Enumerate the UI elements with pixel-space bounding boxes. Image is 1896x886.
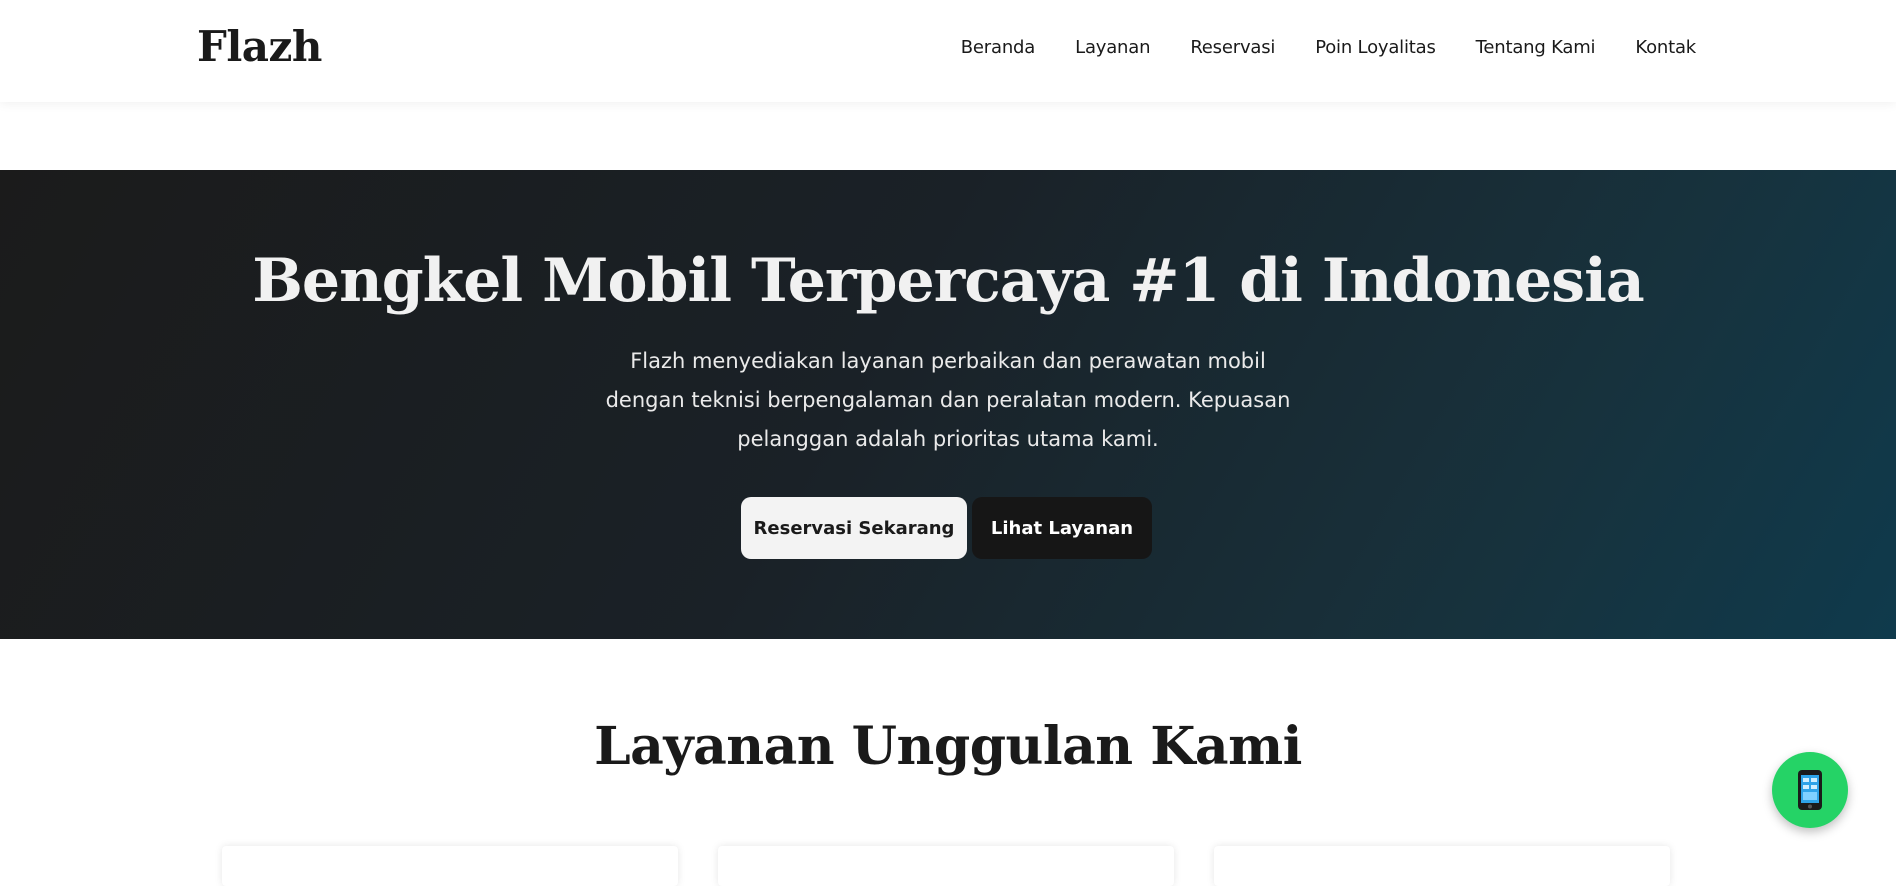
- lihat-layanan-button[interactable]: Lihat Layanan: [972, 497, 1152, 559]
- brand-logo[interactable]: Flazh: [197, 22, 322, 71]
- reservasi-sekarang-button[interactable]: Reservasi Sekarang: [741, 497, 967, 559]
- nav-link-tentang-kami[interactable]: Tentang Kami: [1476, 37, 1596, 58]
- service-card[interactable]: [1214, 846, 1670, 886]
- hero-title: Bengkel Mobil Terpercaya #1 di Indonesia: [252, 246, 1645, 316]
- nav-link-reservasi[interactable]: Reservasi: [1190, 37, 1275, 58]
- nav-link-kontak[interactable]: Kontak: [1635, 37, 1696, 58]
- service-card[interactable]: [718, 846, 1174, 886]
- nav-link-beranda[interactable]: Beranda: [961, 37, 1036, 58]
- navbar: Flazh Beranda Layanan Reservasi Poin Loy…: [0, 0, 1896, 102]
- hero-section: Bengkel Mobil Terpercaya #1 di Indonesia…: [0, 170, 1896, 639]
- floating-contact-button[interactable]: [1772, 752, 1848, 828]
- service-card[interactable]: [222, 846, 678, 886]
- mobile-phone-icon: [1798, 770, 1822, 810]
- nav-link-layanan[interactable]: Layanan: [1075, 37, 1150, 58]
- hero-subtitle: Flazh menyediakan layanan perbaikan dan …: [605, 349, 1291, 451]
- nav-link-poin-loyalitas[interactable]: Poin Loyalitas: [1315, 37, 1436, 58]
- services-section-title: Layanan Unggulan Kami: [594, 716, 1302, 777]
- nav-links: Beranda Layanan Reservasi Poin Loyalitas…: [961, 37, 1696, 58]
